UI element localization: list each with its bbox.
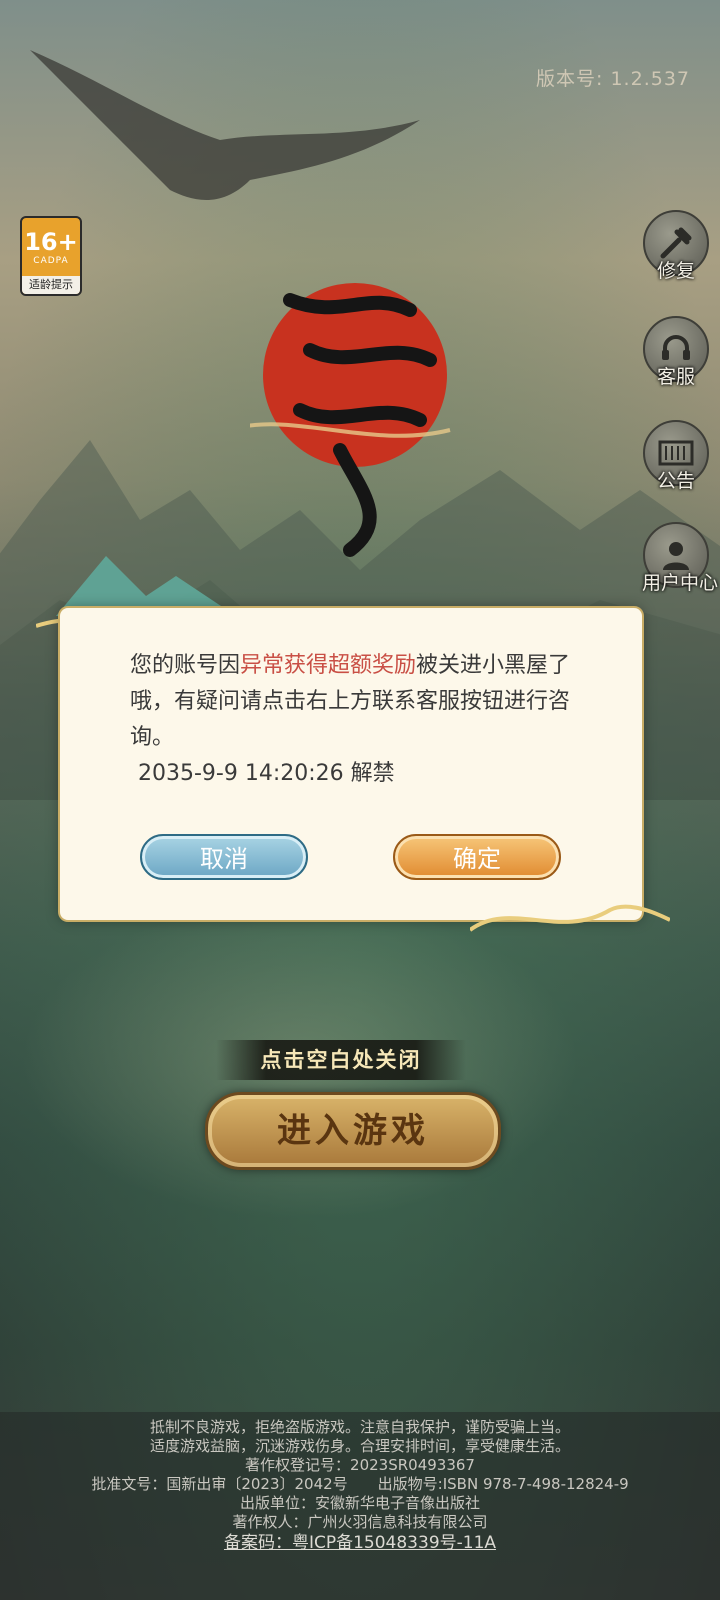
footer-line: 抵制不良游戏，拒绝盗版游戏。注意自我保护，谨防受骗上当。 — [149, 1418, 570, 1436]
cancel-button[interactable]: 取消 — [140, 834, 308, 880]
repair-button[interactable]: 修复 — [642, 210, 710, 300]
decorative-cloud-right — [470, 904, 670, 932]
age-rating-badge[interactable]: 16+ CADPA 适龄提示 — [20, 216, 82, 296]
eagle-illustration — [30, 50, 420, 200]
unban-time: 2035-9-9 14:20:26 解禁 — [138, 761, 395, 786]
icp-record-link[interactable]: 备案码：粤ICP备15048339号-11A — [0, 1534, 720, 1553]
user-center-button[interactable]: 用户中心 — [642, 522, 719, 612]
footer-line: 著作权人：广州火羽信息科技有限公司 — [232, 1513, 488, 1531]
ban-notice-dialog: 您的账号因异常获得超额奖励被关进小黑屋了哦，有疑问请点击右上方联系客服按钮进行咨… — [60, 608, 642, 920]
repair-label: 修复 — [656, 260, 695, 282]
footer-line: 出版单位：安徽新华电子音像出版社 — [239, 1494, 480, 1512]
notice-button[interactable]: 公告 — [642, 420, 710, 510]
customer-service-button[interactable]: 客服 — [642, 316, 710, 406]
footer-line: 著作权登记号：2023SR0493367 — [245, 1456, 475, 1474]
legal-footer: 抵制不良游戏，拒绝盗版游戏。注意自我保护，谨防受骗上当。 适度游戏益脑，沉迷游戏… — [0, 1412, 720, 1600]
version-label: 版本号: 1.2.537 — [536, 68, 690, 90]
age-rating-number: 16+ — [24, 228, 78, 256]
age-rating-org: CADPA — [33, 256, 69, 266]
customer-service-label: 客服 — [656, 366, 695, 388]
ban-message-prefix: 您的账号因 — [130, 653, 241, 678]
confirm-button[interactable]: 确定 — [393, 834, 561, 880]
user-center-label: 用户中心 — [642, 572, 719, 594]
footer-line: 适度游戏益脑，沉迷游戏伤身。合理安排时间，享受健康生活。 — [149, 1437, 570, 1455]
game-logo — [250, 283, 451, 557]
ban-reason-highlight: 异常获得超额奖励 — [240, 653, 417, 678]
age-rating-tip: 适龄提示 — [22, 276, 80, 294]
footer-line: 批准文号：国新出审〔2023〕2042号 出版物号:ISBN 978-7-498… — [91, 1475, 629, 1493]
notice-label: 公告 — [656, 470, 695, 492]
ban-message: 您的账号因异常获得超额奖励被关进小黑屋了哦，有疑问请点击右上方联系客服按钮进行咨… — [130, 648, 590, 792]
tap-blank-to-close-hint[interactable]: 点击空白处关闭 — [216, 1040, 466, 1080]
enter-game-button[interactable]: 进入游戏 — [205, 1092, 501, 1170]
